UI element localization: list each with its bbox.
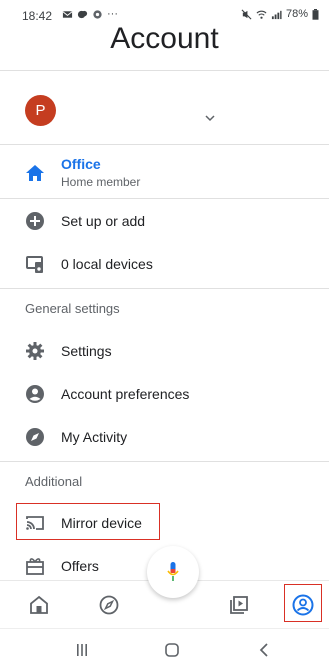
signal-icon	[271, 10, 282, 19]
status-right: 78%	[241, 8, 319, 20]
mirror-device-highlight	[16, 503, 160, 540]
account-divider	[0, 144, 329, 145]
home-name[interactable]: Office	[61, 156, 101, 172]
account-preferences-label: Account preferences	[61, 386, 190, 402]
app-icon	[93, 9, 102, 19]
local-devices-icon	[25, 254, 45, 274]
setup-item[interactable]: Set up or add	[0, 201, 329, 241]
chat-icon	[77, 10, 88, 18]
gear-icon	[25, 341, 45, 361]
avatar[interactable]: P	[25, 95, 56, 126]
devices-divider	[0, 288, 329, 289]
battery-percent: 78%	[285, 8, 308, 20]
home-button-icon[interactable]	[162, 642, 182, 658]
nav-account-highlight	[284, 584, 322, 622]
mail-icon	[62, 10, 73, 18]
chevron-down-icon[interactable]	[204, 114, 216, 122]
system-navigation	[0, 628, 329, 668]
add-circle-icon	[25, 211, 45, 231]
additional-heading: Additional	[25, 474, 83, 489]
offers-label: Offers	[61, 558, 99, 574]
status-time: 18:42	[22, 9, 53, 23]
setup-label: Set up or add	[61, 213, 146, 229]
compass-icon	[25, 427, 45, 447]
recent-apps-icon[interactable]	[72, 642, 92, 658]
back-icon[interactable]	[254, 642, 274, 658]
gift-icon	[25, 556, 45, 576]
mute-icon	[241, 9, 252, 19]
local-devices-item[interactable]: 0 local devices	[0, 244, 329, 284]
general-settings-heading: General settings	[25, 301, 120, 316]
nav-home-icon[interactable]	[27, 593, 51, 617]
general-divider	[0, 461, 329, 462]
wifi-icon	[256, 10, 267, 19]
local-devices-label: 0 local devices	[61, 256, 153, 272]
home-divider	[0, 198, 329, 199]
account-circle-icon	[25, 384, 45, 404]
home-role: Home member	[61, 175, 141, 189]
account-preferences-item[interactable]: Account preferences	[0, 374, 329, 414]
home-office-item[interactable]	[0, 148, 329, 194]
nav-discover-icon[interactable]	[97, 593, 121, 617]
mic-icon	[167, 562, 179, 581]
header-divider	[0, 70, 329, 71]
nav-media-icon[interactable]	[227, 593, 251, 617]
home-icon	[26, 165, 44, 181]
battery-icon	[312, 8, 319, 20]
settings-item[interactable]: Settings	[0, 331, 329, 371]
more-notifications: ···	[107, 8, 118, 20]
avatar-letter: P	[35, 102, 46, 119]
my-activity-label: My Activity	[61, 429, 128, 445]
my-activity-item[interactable]: My Activity	[0, 417, 329, 457]
page-title: Account	[110, 22, 219, 55]
mic-button[interactable]	[147, 546, 199, 598]
notification-icons: ···	[62, 8, 118, 20]
settings-label: Settings	[61, 343, 112, 359]
